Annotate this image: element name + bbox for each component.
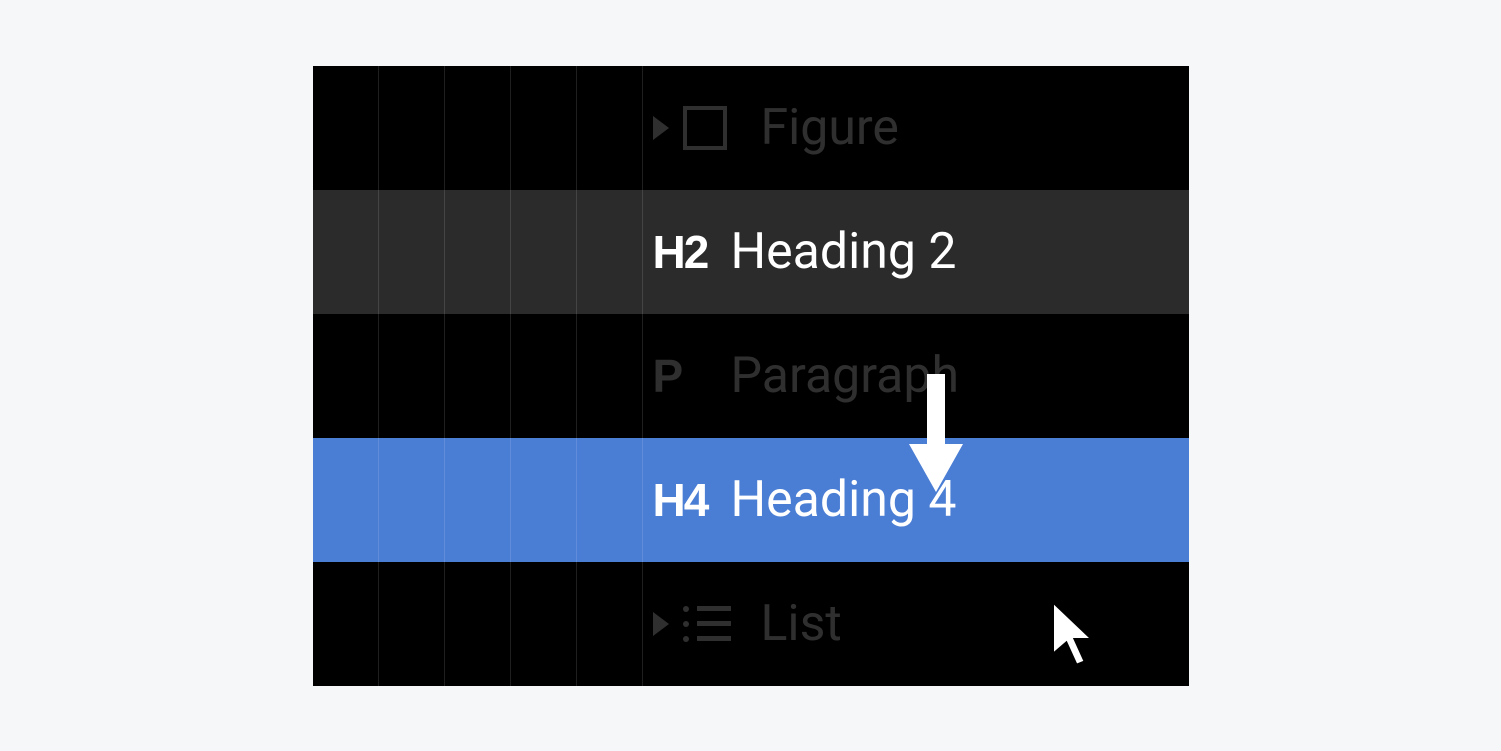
expand-caret-icon[interactable] [653,116,669,140]
expand-caret-icon[interactable] [653,612,669,636]
list-icon [683,606,741,642]
navigator-item-heading-4[interactable]: H4 Heading 4 [313,438,1189,562]
element-label: Paragraph [731,347,960,405]
navigator-item-figure[interactable]: Figure [313,66,1189,190]
navigator-item-list[interactable]: List [313,562,1189,686]
element-label: List [761,595,842,653]
element-label: Heading 2 [731,223,957,281]
navigator-item-paragraph[interactable]: P Paragraph [313,314,1189,438]
h2-icon: H2 [653,225,711,279]
h4-icon: H4 [653,473,711,527]
p-icon: P [653,349,711,403]
element-label: Heading 4 [731,471,957,529]
square-icon [683,106,741,150]
element-label: Figure [761,99,899,157]
navigator-item-heading-2[interactable]: H2 Heading 2 [313,190,1189,314]
navigator-panel: Figure H2 Heading 2 P Paragraph H4 Headi… [313,66,1189,686]
